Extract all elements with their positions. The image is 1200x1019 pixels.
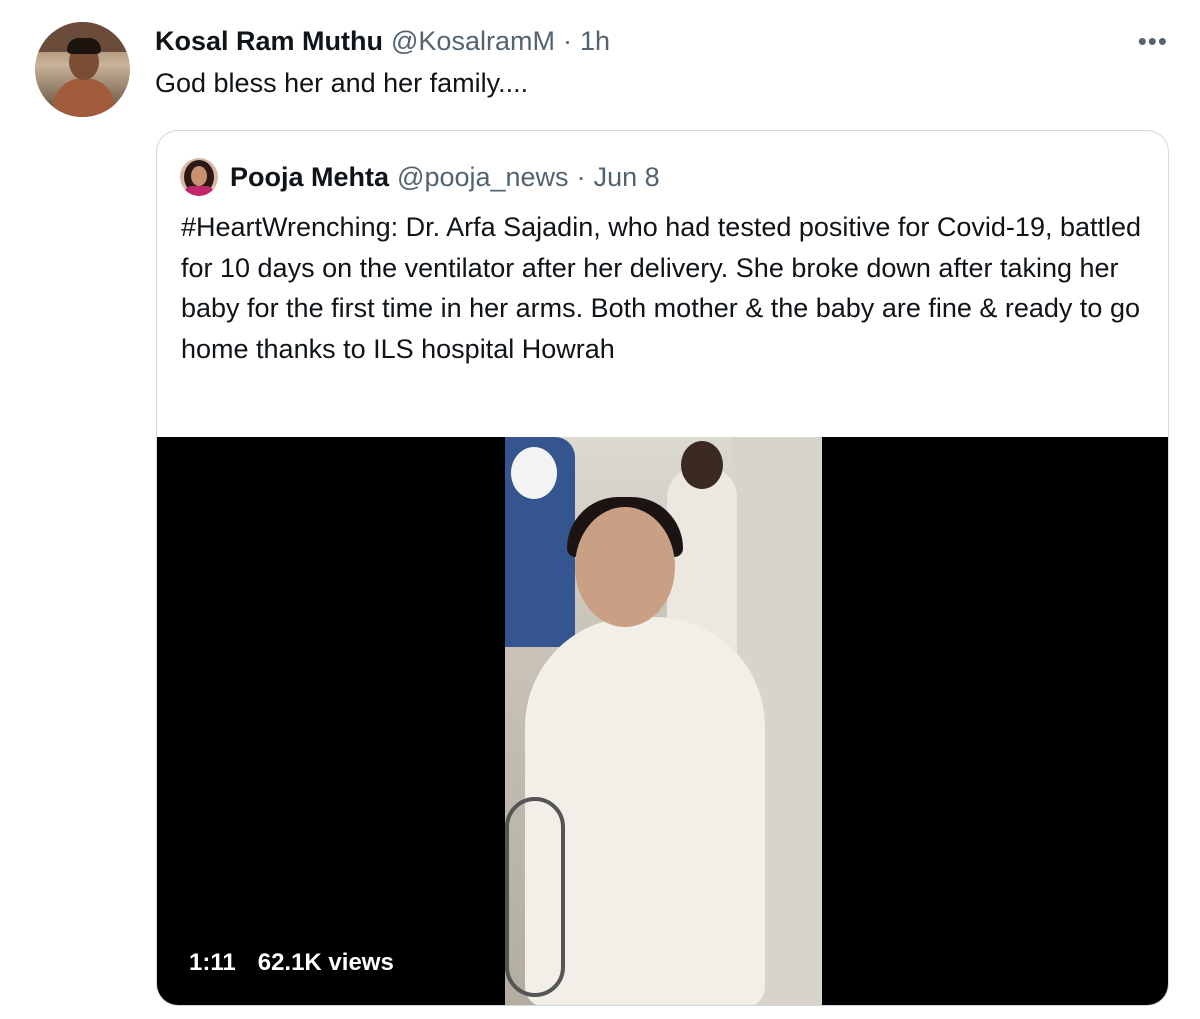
header-separator: · [562, 25, 572, 56]
video-meta: 1:11 62.1K views [189, 949, 394, 977]
quoted-tweet-text: #HeartWrenching: Dr. Arfa Sajadin, who h… [181, 212, 1142, 364]
video-views: 62.1K views [257, 949, 394, 976]
quoted-author-name[interactable]: Pooja Mehta [230, 162, 389, 193]
video-duration: 1:11 [189, 949, 236, 976]
quoted-header-separator: · [576, 161, 586, 192]
author-handle[interactable]: @KosalramM [391, 26, 555, 57]
author-avatar[interactable] [35, 22, 130, 117]
quoted-author-avatar[interactable] [180, 158, 218, 196]
quoted-tweet[interactable]: Pooja Mehta @pooja_news · Jun 8 #HeartWr… [156, 130, 1169, 1006]
quoted-tweet-header: Pooja Mehta @pooja_news · Jun 8 [230, 159, 660, 195]
tweet-time[interactable]: 1h [580, 26, 610, 57]
video-frame [505, 437, 822, 1005]
quoted-author-handle[interactable]: @pooja_news [397, 162, 569, 193]
tweet-text: God bless her and her family.... [155, 68, 529, 98]
tweet-header: Kosal Ram Muthu @KosalramM · 1h [155, 24, 610, 58]
author-name[interactable]: Kosal Ram Muthu [155, 26, 383, 57]
quoted-tweet-date[interactable]: Jun 8 [594, 162, 660, 193]
video-player[interactable]: 1:11 62.1K views [157, 437, 1168, 1005]
more-options-icon[interactable]: ••• [1138, 26, 1168, 57]
tweet[interactable]: Kosal Ram Muthu @KosalramM · 1h ••• God … [0, 0, 1200, 1019]
